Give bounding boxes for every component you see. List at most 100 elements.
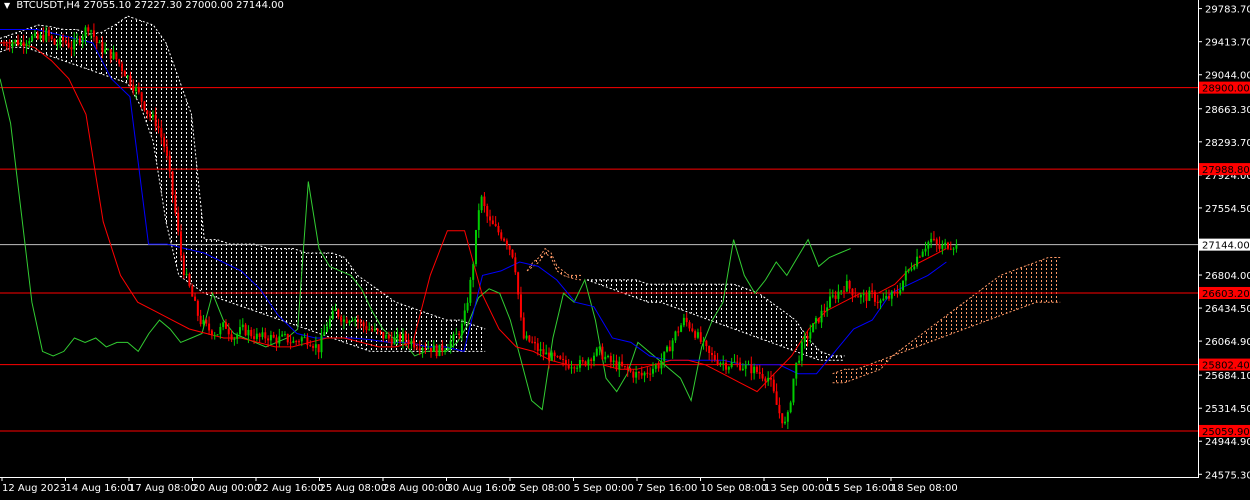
- candle-body: [873, 291, 876, 302]
- candle-body: [455, 333, 458, 335]
- candle-body: [739, 362, 742, 371]
- candle-body: [421, 348, 424, 351]
- symbol-header[interactable]: ▼ BTCUSDT,H4 27055.10 27227.30 27000.00 …: [4, 0, 284, 12]
- candle-body: [401, 333, 404, 342]
- candle-body: [834, 295, 837, 299]
- candle-body: [890, 291, 893, 299]
- candle-body: [660, 360, 663, 369]
- candle-body: [199, 315, 202, 325]
- candle-body: [466, 302, 469, 311]
- candle-body: [399, 334, 402, 342]
- price-tick-label: 26434.50: [1205, 304, 1250, 315]
- candle-body: [17, 40, 20, 46]
- candle-body: [432, 345, 435, 352]
- candle-body: [671, 340, 674, 352]
- candle-body: [300, 337, 303, 342]
- candle-body: [441, 344, 444, 351]
- candle-body: [517, 272, 520, 295]
- candle-body: [25, 43, 28, 47]
- candle-body: [767, 377, 770, 382]
- candle-body: [949, 248, 952, 250]
- candle-body: [42, 34, 45, 41]
- level-label: 25059.90: [1202, 427, 1250, 438]
- candle-body: [140, 92, 143, 102]
- candle-body: [503, 238, 506, 241]
- candle-body: [191, 286, 194, 297]
- time-tick-label: 22 Aug 16:00: [256, 483, 323, 494]
- candle-body: [202, 319, 205, 325]
- candle-body: [171, 171, 174, 195]
- time-tick-label: 5 Sep 00:00: [574, 483, 634, 494]
- triangle-down-icon[interactable]: ▼: [4, 0, 10, 12]
- candle-body: [396, 334, 399, 338]
- candle-body: [865, 294, 868, 301]
- price-tick-label: 25684.10: [1205, 371, 1250, 382]
- candle-body: [230, 334, 233, 340]
- candle-body: [699, 332, 702, 342]
- candle-body: [393, 337, 396, 345]
- candle-body: [269, 334, 272, 341]
- candle-body: [469, 279, 472, 303]
- candle-body: [727, 367, 730, 370]
- candle-body: [632, 371, 635, 378]
- candle-body: [607, 355, 610, 357]
- candle-body: [857, 296, 860, 298]
- candle-body: [216, 334, 219, 336]
- candle-body: [407, 339, 410, 345]
- candle-body: [154, 114, 157, 127]
- candle-body: [944, 242, 947, 245]
- candle-body: [233, 338, 236, 340]
- candle-body: [210, 330, 213, 336]
- candle-body: [562, 358, 565, 360]
- candle-body: [480, 196, 483, 211]
- candle-body: [320, 335, 323, 353]
- price-tick-label: 25314.50: [1205, 404, 1250, 415]
- candle-body: [354, 319, 357, 321]
- candle-body: [11, 42, 14, 47]
- candle-body: [163, 137, 166, 147]
- candle-body: [609, 355, 612, 362]
- candle-body: [927, 242, 930, 249]
- candle-body: [556, 356, 559, 358]
- candle-body: [297, 341, 300, 343]
- candle-body: [713, 355, 716, 361]
- candle-body: [253, 336, 256, 339]
- candle-body: [772, 379, 775, 392]
- candle-body: [196, 300, 199, 316]
- price-tick-label: 26804.00: [1205, 271, 1250, 282]
- candle-body: [753, 366, 756, 374]
- time-axis[interactable]: 12 Aug 2023 14 Aug 16:0017 Aug 08:0020 Au…: [1, 477, 958, 494]
- candle-body: [491, 220, 494, 225]
- candle-body: [47, 30, 50, 36]
- candle-body: [418, 348, 421, 351]
- candle-body: [250, 329, 253, 337]
- candle-body: [497, 225, 500, 233]
- cloud-future-fill: [832, 257, 1061, 383]
- candle-body: [525, 335, 528, 339]
- candle-body: [649, 373, 652, 375]
- candle-body: [73, 39, 76, 50]
- time-tick-label: 25 Aug 08:00: [320, 483, 387, 494]
- candle-body: [590, 359, 593, 361]
- candle-body: [283, 333, 286, 335]
- candle-body: [33, 33, 36, 37]
- candle-body: [601, 346, 604, 360]
- candle-body: [553, 352, 556, 357]
- candle-body: [295, 341, 298, 343]
- candle-body: [129, 75, 132, 86]
- price-chart[interactable]: 29783.70 29413.70 29044.00 28663.30 28293.70…: [0, 0, 1250, 500]
- candle-body: [744, 364, 747, 369]
- candle-body: [275, 337, 278, 344]
- candle-body: [460, 323, 463, 335]
- candle-body: [365, 326, 368, 330]
- candle-body: [567, 364, 570, 369]
- candle-body: [371, 329, 374, 331]
- candle-body: [680, 325, 683, 332]
- candle-body: [255, 333, 258, 339]
- candle-body: [267, 338, 270, 341]
- candle-body: [28, 41, 31, 44]
- candle-body: [247, 329, 250, 336]
- candle-body: [258, 333, 261, 337]
- candle-body: [879, 300, 882, 303]
- candle-body: [730, 362, 733, 368]
